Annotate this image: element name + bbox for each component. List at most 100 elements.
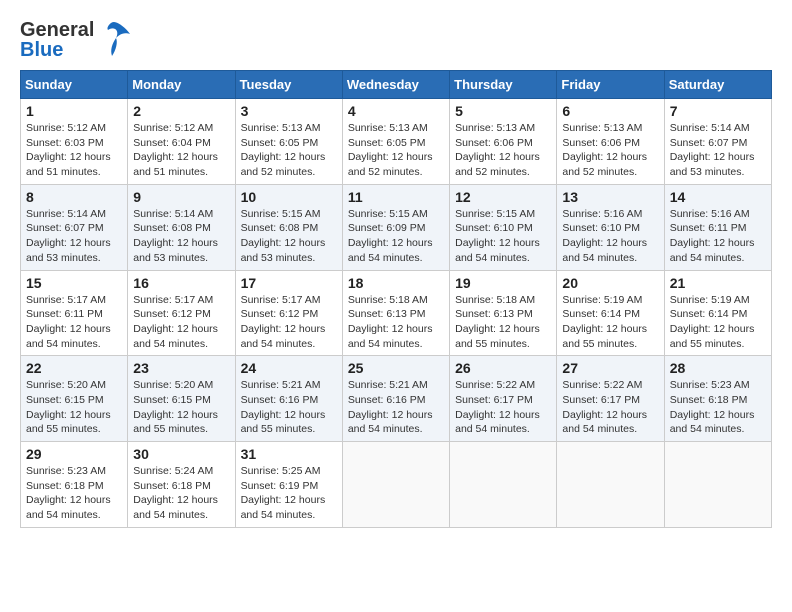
weekday-header: Tuesday (235, 71, 342, 99)
day-info: Sunrise: 5:20 AMSunset: 6:15 PMDaylight:… (26, 378, 122, 437)
calendar-day-cell: 19 Sunrise: 5:18 AMSunset: 6:13 PMDayligh… (450, 270, 557, 356)
day-number: 4 (348, 103, 444, 119)
calendar-day-cell: 12 Sunrise: 5:15 AMSunset: 6:10 PMDayligh… (450, 184, 557, 270)
day-number: 26 (455, 360, 551, 376)
day-number: 12 (455, 189, 551, 205)
calendar-day-cell: 5Sunrise: 5:13 AMSunset: 6:06 PMDaylight… (450, 99, 557, 185)
weekday-header: Saturday (664, 71, 771, 99)
day-number: 10 (241, 189, 337, 205)
calendar-day-cell (557, 442, 664, 528)
calendar-day-cell (342, 442, 449, 528)
day-info: Sunrise: 5:17 AMSunset: 6:12 PMDaylight:… (133, 293, 229, 352)
calendar-day-cell (664, 442, 771, 528)
day-number: 3 (241, 103, 337, 119)
day-number: 24 (241, 360, 337, 376)
day-number: 19 (455, 275, 551, 291)
calendar-day-cell: 10 Sunrise: 5:15 AMSunset: 6:08 PMDayligh… (235, 184, 342, 270)
calendar-day-cell (450, 442, 557, 528)
calendar-week-row: 22 Sunrise: 5:20 AMSunset: 6:15 PMDayligh… (21, 356, 772, 442)
day-info: Sunrise: 5:16 AMSunset: 6:10 PMDaylight:… (562, 207, 658, 266)
calendar-week-row: 15 Sunrise: 5:17 AMSunset: 6:11 PMDayligh… (21, 270, 772, 356)
calendar-day-cell: 15 Sunrise: 5:17 AMSunset: 6:11 PMDayligh… (21, 270, 128, 356)
day-info: Sunrise: 5:14 AMSunset: 6:08 PMDaylight:… (133, 207, 229, 266)
weekday-header: Sunday (21, 71, 128, 99)
day-number: 15 (26, 275, 122, 291)
calendar-day-cell: 28 Sunrise: 5:23 AMSunset: 6:18 PMDayligh… (664, 356, 771, 442)
day-info: Sunrise: 5:19 AMSunset: 6:14 PMDaylight:… (562, 293, 658, 352)
day-info: Sunrise: 5:21 AMSunset: 6:16 PMDaylight:… (241, 378, 337, 437)
day-info: Sunrise: 5:13 AMSunset: 6:05 PMDaylight:… (241, 121, 337, 180)
calendar-day-cell: 13 Sunrise: 5:16 AMSunset: 6:10 PMDayligh… (557, 184, 664, 270)
calendar-week-row: 8 Sunrise: 5:14 AMSunset: 6:07 PMDaylight… (21, 184, 772, 270)
day-number: 21 (670, 275, 766, 291)
day-info: Sunrise: 5:12 AMSunset: 6:03 PMDaylight:… (26, 121, 122, 180)
day-info: Sunrise: 5:17 AMSunset: 6:12 PMDaylight:… (241, 293, 337, 352)
page-header: General Blue (20, 20, 772, 60)
day-info: Sunrise: 5:17 AMSunset: 6:11 PMDaylight:… (26, 293, 122, 352)
logo-blue: Blue (20, 40, 94, 60)
day-number: 1 (26, 103, 122, 119)
day-info: Sunrise: 5:15 AMSunset: 6:10 PMDaylight:… (455, 207, 551, 266)
calendar-day-cell: 7 Sunrise: 5:14 AMSunset: 6:07 PMDaylight… (664, 99, 771, 185)
day-number: 18 (348, 275, 444, 291)
calendar-week-row: 29 Sunrise: 5:23 AMSunset: 6:18 PMDayligh… (21, 442, 772, 528)
day-info: Sunrise: 5:22 AMSunset: 6:17 PMDaylight:… (455, 378, 551, 437)
calendar-day-cell: 4Sunrise: 5:13 AMSunset: 6:05 PMDaylight… (342, 99, 449, 185)
day-info: Sunrise: 5:14 AMSunset: 6:07 PMDaylight:… (26, 207, 122, 266)
weekday-header: Friday (557, 71, 664, 99)
calendar-day-cell: 23 Sunrise: 5:20 AMSunset: 6:15 PMDayligh… (128, 356, 235, 442)
calendar-day-cell: 21 Sunrise: 5:19 AMSunset: 6:14 PMDayligh… (664, 270, 771, 356)
weekday-header: Thursday (450, 71, 557, 99)
day-info: Sunrise: 5:12 AMSunset: 6:04 PMDaylight:… (133, 121, 229, 180)
day-info: Sunrise: 5:23 AMSunset: 6:18 PMDaylight:… (670, 378, 766, 437)
logo-bird-icon (96, 20, 132, 60)
day-number: 23 (133, 360, 229, 376)
calendar-day-cell: 18 Sunrise: 5:18 AMSunset: 6:13 PMDayligh… (342, 270, 449, 356)
day-info: Sunrise: 5:23 AMSunset: 6:18 PMDaylight:… (26, 464, 122, 523)
calendar-day-cell: 9 Sunrise: 5:14 AMSunset: 6:08 PMDaylight… (128, 184, 235, 270)
day-number: 8 (26, 189, 122, 205)
logo: General Blue (20, 20, 132, 60)
day-number: 27 (562, 360, 658, 376)
day-info: Sunrise: 5:21 AMSunset: 6:16 PMDaylight:… (348, 378, 444, 437)
calendar-day-cell: 22 Sunrise: 5:20 AMSunset: 6:15 PMDayligh… (21, 356, 128, 442)
calendar-day-cell: 3 Sunrise: 5:13 AMSunset: 6:05 PMDaylight… (235, 99, 342, 185)
day-number: 14 (670, 189, 766, 205)
calendar-day-cell: 25 Sunrise: 5:21 AMSunset: 6:16 PMDayligh… (342, 356, 449, 442)
calendar-day-cell: 1 Sunrise: 5:12 AMSunset: 6:03 PMDaylight… (21, 99, 128, 185)
day-number: 7 (670, 103, 766, 119)
calendar-day-cell: 11Sunrise: 5:15 AMSunset: 6:09 PMDayligh… (342, 184, 449, 270)
day-number: 25 (348, 360, 444, 376)
calendar-day-cell: 26 Sunrise: 5:22 AMSunset: 6:17 PMDayligh… (450, 356, 557, 442)
day-info: Sunrise: 5:16 AMSunset: 6:11 PMDaylight:… (670, 207, 766, 266)
calendar-day-cell: 24 Sunrise: 5:21 AMSunset: 6:16 PMDayligh… (235, 356, 342, 442)
weekday-header: Monday (128, 71, 235, 99)
calendar-day-cell: 16 Sunrise: 5:17 AMSunset: 6:12 PMDayligh… (128, 270, 235, 356)
calendar-week-row: 1 Sunrise: 5:12 AMSunset: 6:03 PMDaylight… (21, 99, 772, 185)
day-number: 13 (562, 189, 658, 205)
calendar-day-cell: 31Sunrise: 5:25 AMSunset: 6:19 PMDayligh… (235, 442, 342, 528)
day-info: Sunrise: 5:14 AMSunset: 6:07 PMDaylight:… (670, 121, 766, 180)
calendar-day-cell: 30 Sunrise: 5:24 AMSunset: 6:18 PMDayligh… (128, 442, 235, 528)
day-number: 17 (241, 275, 337, 291)
day-number: 28 (670, 360, 766, 376)
day-number: 22 (26, 360, 122, 376)
day-number: 6 (562, 103, 658, 119)
day-info: Sunrise: 5:22 AMSunset: 6:17 PMDaylight:… (562, 378, 658, 437)
day-info: Sunrise: 5:25 AMSunset: 6:19 PMDaylight:… (241, 464, 337, 523)
calendar-day-cell: 20Sunrise: 5:19 AMSunset: 6:14 PMDayligh… (557, 270, 664, 356)
day-info: Sunrise: 5:18 AMSunset: 6:13 PMDaylight:… (455, 293, 551, 352)
day-number: 29 (26, 446, 122, 462)
day-info: Sunrise: 5:15 AMSunset: 6:08 PMDaylight:… (241, 207, 337, 266)
day-info: Sunrise: 5:18 AMSunset: 6:13 PMDaylight:… (348, 293, 444, 352)
day-number: 30 (133, 446, 229, 462)
day-info: Sunrise: 5:24 AMSunset: 6:18 PMDaylight:… (133, 464, 229, 523)
day-number: 9 (133, 189, 229, 205)
day-info: Sunrise: 5:20 AMSunset: 6:15 PMDaylight:… (133, 378, 229, 437)
day-number: 16 (133, 275, 229, 291)
day-number: 2 (133, 103, 229, 119)
calendar-day-cell: 14 Sunrise: 5:16 AMSunset: 6:11 PMDayligh… (664, 184, 771, 270)
day-info: Sunrise: 5:19 AMSunset: 6:14 PMDaylight:… (670, 293, 766, 352)
weekday-header: Wednesday (342, 71, 449, 99)
day-info: Sunrise: 5:15 AMSunset: 6:09 PMDaylight:… (348, 207, 444, 266)
